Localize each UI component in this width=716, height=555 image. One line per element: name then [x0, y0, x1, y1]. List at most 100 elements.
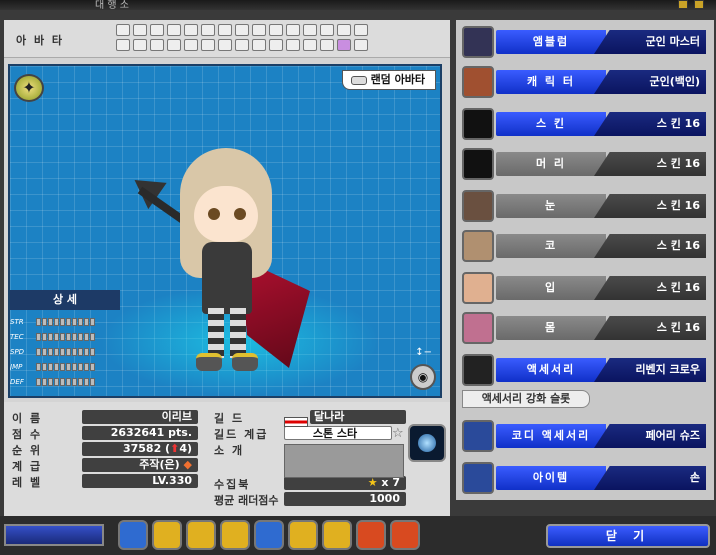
avatar-slot[interactable]	[184, 24, 198, 36]
equipment-item[interactable]: 아이템 손	[460, 460, 710, 496]
mouth-icon	[462, 272, 494, 304]
box-button[interactable]	[186, 520, 216, 550]
stat-row: JMP	[10, 359, 95, 374]
stat-cell	[84, 347, 89, 356]
avatar-slot[interactable]	[133, 24, 147, 36]
stat-name: STR	[10, 317, 24, 326]
cube-button[interactable]	[118, 520, 148, 550]
stat-row: DEF	[10, 374, 95, 389]
chat-button[interactable]	[152, 520, 182, 550]
equipment-item[interactable]: 코스 킨 16	[460, 228, 710, 264]
equipment-category: 코디 액세서리	[496, 424, 606, 448]
stat-bar	[36, 332, 95, 341]
equipment-category: 코	[496, 234, 606, 258]
stat-name: DEF	[10, 377, 24, 386]
stat-name: JMP	[10, 362, 23, 371]
eye-icon	[462, 190, 494, 222]
stat-cell	[72, 362, 77, 371]
equipment-category: 캐 릭 터	[496, 70, 606, 94]
close-window-button[interactable]	[694, 0, 704, 9]
equipment-item[interactable]: 코디 액세서리 페어리 슈즈	[460, 418, 710, 454]
equipment-item[interactable]: 액세서리 리벤지 크로우	[460, 352, 710, 388]
close-button[interactable]: 닫 기	[546, 524, 710, 548]
avatar-slot[interactable]	[116, 24, 130, 36]
avatar-slot[interactable]	[252, 24, 266, 36]
avatar-slot[interactable]	[303, 24, 317, 36]
avatar-slot[interactable]	[218, 39, 232, 51]
stat-cell	[42, 317, 47, 326]
stat-bar	[36, 377, 95, 386]
stat-cell	[42, 362, 47, 371]
detail-tab[interactable]: 상 세	[10, 290, 120, 310]
chat-bar[interactable]	[4, 524, 104, 546]
equipment-value: 페어리 슈즈	[594, 424, 706, 448]
ladder-value: 1000	[284, 492, 406, 506]
stat-row: SPD	[10, 344, 95, 359]
note-button[interactable]	[390, 520, 420, 550]
guild-emblem-icon[interactable]	[408, 424, 446, 462]
avatar-slot[interactable]	[354, 24, 368, 36]
guild-rank-value: 스톤 스타	[284, 426, 392, 440]
stat-cell	[42, 347, 47, 356]
score-value: 2632641 pts.	[82, 426, 198, 440]
avatar-slot[interactable]	[235, 39, 249, 51]
stat-cell	[66, 362, 71, 371]
stat-cell	[90, 362, 95, 371]
title-bar: 대 행 소	[0, 0, 716, 11]
avatar-slot[interactable]	[286, 24, 300, 36]
avatar-slot[interactable]	[303, 39, 317, 51]
avatar-slot[interactable]	[184, 39, 198, 51]
minimize-button[interactable]	[678, 0, 688, 9]
ranking-button[interactable]	[356, 520, 386, 550]
equipment-value: 스 킨 16	[594, 316, 706, 340]
avatar-slot[interactable]	[116, 39, 130, 51]
stat-cell	[90, 317, 95, 326]
avatar-slot[interactable]	[320, 24, 334, 36]
equipment-item[interactable]: 머 리스 킨 16	[460, 146, 710, 182]
equipment-value: 스 킨 16	[594, 234, 706, 258]
avatar-slot[interactable]	[133, 39, 147, 51]
avatar-slot[interactable]	[201, 39, 215, 51]
stat-cell	[90, 332, 95, 341]
star-button[interactable]	[254, 520, 284, 550]
character-stage: ✦ 랜덤 아바타 상 세 STR TEC SPD JMP DEF ↕− ◉	[8, 64, 442, 398]
stat-cell	[78, 347, 83, 356]
rank-up-icon: ⬆	[170, 442, 180, 455]
equipment-category: 액세서리	[496, 358, 606, 382]
name-value: 이리브	[82, 410, 198, 424]
equipment-item[interactable]: 입스 킨 16	[460, 270, 710, 306]
stat-cell	[84, 317, 89, 326]
bag-button[interactable]	[288, 520, 318, 550]
avatar-slot[interactable]	[320, 39, 334, 51]
avatar-slot[interactable]	[269, 24, 283, 36]
avatar-slot[interactable]	[235, 24, 249, 36]
rank-value: 37582 (⬆4)	[82, 442, 198, 456]
equipment-category: 앰블럼	[496, 30, 606, 54]
avatar-slot[interactable]	[201, 24, 215, 36]
equipment-item[interactable]: 스 킨스 킨 16	[460, 106, 710, 142]
avatar-slot[interactable]	[150, 39, 164, 51]
avatar-slot[interactable]	[337, 39, 351, 51]
avatar-slot[interactable]	[150, 24, 164, 36]
shop-button[interactable]	[220, 520, 250, 550]
accessory-icon	[462, 354, 494, 386]
lock-button[interactable]	[322, 520, 352, 550]
avatar-slot[interactable]	[218, 24, 232, 36]
grade-icon: ◆	[179, 458, 192, 471]
accessory-enhance-slot[interactable]: 액세서리 강화 슬롯	[462, 390, 590, 408]
avatar-slot[interactable]	[269, 39, 283, 51]
guild-rank-label: 길드 계급	[214, 427, 269, 441]
avatar-slot[interactable]	[167, 24, 181, 36]
avatar-slot[interactable]	[167, 39, 181, 51]
equipment-item[interactable]: 몸스 킨 16	[460, 310, 710, 346]
equipment-item[interactable]: 눈스 킨 16	[460, 188, 710, 224]
random-avatar-button[interactable]: 랜덤 아바타	[341, 70, 436, 90]
equipment-item[interactable]: 캐 릭 터 군인(백인)	[460, 64, 710, 100]
equipment-item[interactable]: 앰블럼 군인 마스터	[460, 24, 710, 60]
zoom-icon[interactable]: ◉	[410, 364, 436, 390]
avatar-slot[interactable]	[354, 39, 368, 51]
avatar-slot[interactable]	[286, 39, 300, 51]
avatar-slot[interactable]	[252, 39, 266, 51]
grade-value: 주작(은) ◆	[82, 458, 198, 472]
avatar-slot[interactable]	[337, 24, 351, 36]
